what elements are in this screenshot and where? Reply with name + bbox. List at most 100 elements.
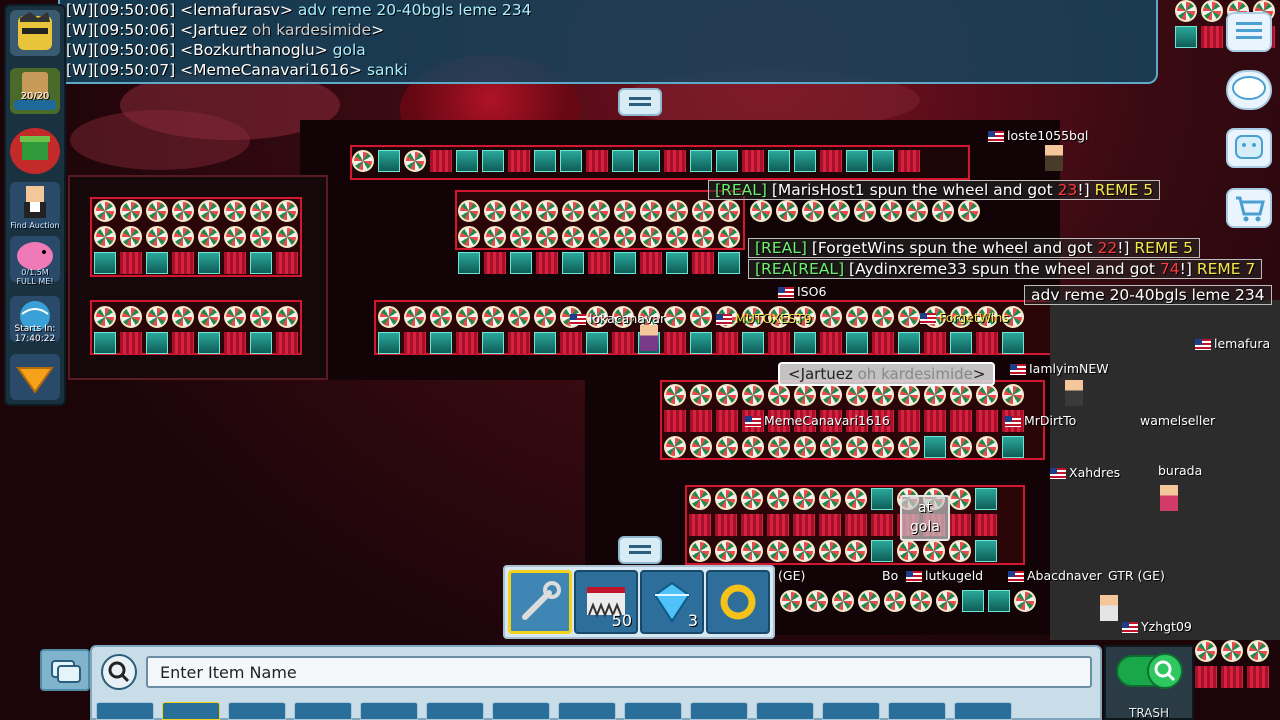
player-tag[interactable]: lokacanavar (570, 311, 665, 326)
player-tag[interactable]: GTR (GE) (1108, 568, 1165, 583)
player-name: lemafura (1214, 336, 1271, 351)
reme-tag: REME 5 (1129, 239, 1193, 257)
us-flag-icon (1005, 416, 1021, 427)
player-name: MrDirtTo (1024, 413, 1077, 428)
inventory-slot[interactable] (624, 702, 682, 720)
event-timer-label: Starts In: 17:40:22 (14, 324, 56, 344)
wheel-message-end: !] (1117, 239, 1130, 257)
inventory-slot[interactable] (954, 702, 1012, 720)
inventory-slot[interactable] (228, 702, 286, 720)
player-tag[interactable]: Abacdnaver (1008, 568, 1102, 583)
bubble-close: > (972, 365, 986, 383)
bubble-message: oh kardesimide (857, 365, 973, 383)
player-sprite[interactable] (1160, 485, 1178, 511)
chat-line: [W][09:50:07] <MemeCanavari1616> sanki (66, 61, 408, 79)
us-flag-icon (1195, 339, 1211, 350)
wheel-message-text: [MarisHost1 spun the wheel and got (766, 181, 1058, 199)
inventory-slot[interactable] (426, 702, 484, 720)
search-toggle-knob[interactable] (1147, 653, 1183, 689)
wheel-number: 23 (1057, 181, 1078, 199)
chat-bubble-button[interactable] (1226, 70, 1272, 110)
inventory-slot[interactable] (162, 702, 220, 720)
player-name: lokacanavar (589, 311, 666, 326)
hotbar-slot[interactable] (508, 570, 572, 634)
player-tag[interactable]: MUTOXEST9 (716, 311, 812, 326)
wheel-grid-left (94, 200, 298, 274)
player-tag[interactable]: ForgetWins (920, 310, 1009, 325)
us-flag-icon (1122, 622, 1138, 633)
inventory-slot[interactable] (888, 702, 946, 720)
player-tag[interactable]: burada (1158, 463, 1202, 478)
player-tag[interactable]: lutkugeld (906, 568, 983, 583)
us-flag-icon (716, 314, 732, 325)
inventory-slot[interactable] (822, 702, 880, 720)
wheel-message-3: [REA[REAL] [Aydinxreme33 spun the wheel … (748, 259, 1263, 279)
wheel-grid-lower2 (689, 488, 997, 562)
player-tag[interactable]: ISO6 (778, 284, 826, 299)
us-flag-icon (745, 416, 761, 427)
search-icon[interactable] (100, 653, 138, 691)
inventory-slot[interactable] (690, 702, 748, 720)
player-name: ISO6 (797, 284, 827, 299)
player-tag[interactable]: (GE) (778, 568, 805, 583)
player-name: MemeCanavari1616 (764, 413, 890, 428)
shop-button[interactable] (1226, 188, 1272, 228)
inventory-slot[interactable] (96, 702, 154, 720)
us-flag-icon (906, 571, 922, 582)
avatar-icon (18, 12, 52, 50)
wheel-message-1: [REAL] [MarisHost1 spun the wheel and go… (708, 180, 1161, 200)
player-tag[interactable]: lemafura (1195, 336, 1270, 351)
inventory-slot[interactable] (360, 702, 418, 720)
chat-window-icon (51, 660, 81, 683)
hotbar-slot[interactable] (706, 570, 770, 634)
inventory-pull-tab[interactable] (618, 536, 662, 564)
magnifier-icon (1154, 660, 1176, 682)
real-tag: [REA (755, 260, 793, 278)
player-tag[interactable]: Xahdres (1050, 465, 1120, 480)
player-tag[interactable]: IamlyimNEW (1010, 361, 1109, 376)
player-tag[interactable]: wamelseller (1140, 413, 1215, 428)
say-line-1: at (917, 500, 933, 516)
chat-window-button[interactable] (40, 649, 90, 691)
trash-label[interactable]: TRASH (1104, 706, 1194, 720)
store-button[interactable] (10, 128, 60, 174)
us-flag-icon (778, 287, 794, 298)
inventory-slot[interactable] (558, 702, 616, 720)
player-tag[interactable]: loste1055bgl (988, 128, 1088, 143)
hotbar-slot[interactable]: 3 (640, 570, 704, 634)
slot-count: 3 (687, 611, 698, 630)
wheel-message-text: [ForgetWins spun the wheel and got (806, 239, 1098, 257)
wheel-message-2: [REAL] [ForgetWins spun the wheel and go… (748, 238, 1200, 258)
wheel-message-end: !] (1179, 260, 1192, 278)
chat-log[interactable]: [W][09:50:06] <lemafurasv> adv reme 20-4… (58, 0, 1158, 84)
menu-list-icon (1236, 22, 1262, 39)
player-tag[interactable]: Bo (882, 568, 898, 583)
avatar-button[interactable] (10, 10, 60, 56)
collapse-sidebar-button[interactable] (10, 354, 60, 400)
inventory-row (96, 702, 1012, 720)
player-tag[interactable]: MemeCanavari1616 (745, 413, 890, 428)
inventory-slot[interactable] (492, 702, 550, 720)
player-sprite[interactable] (640, 325, 658, 351)
real-tag: [REAL] (755, 239, 807, 257)
player-name: lutkugeld (925, 568, 984, 583)
inventory-slot[interactable] (294, 702, 352, 720)
player-sprite[interactable] (1065, 380, 1083, 406)
inventory-slot[interactable] (756, 702, 814, 720)
chat-pull-tab[interactable] (618, 88, 662, 116)
friends-button[interactable] (1226, 128, 1272, 168)
hotbar-slot[interactable]: 50 (574, 570, 638, 634)
wheel-grid-bottom-right (1195, 640, 1269, 688)
player-sprite[interactable] (1045, 145, 1063, 171)
player-name: Abacdnaver (1027, 568, 1102, 583)
item-search-input[interactable] (146, 656, 1092, 688)
player-name: Yzhgt09 (1141, 619, 1192, 634)
us-flag-icon (1050, 468, 1066, 479)
player-tag[interactable]: MrDirtTo (1005, 413, 1076, 428)
chat-name: <lemafurasv> (180, 1, 293, 19)
smiley-face-icon (1235, 135, 1263, 159)
wheel-grid-top (458, 200, 740, 274)
menu-button[interactable] (1226, 12, 1272, 52)
player-tag[interactable]: Yzhgt09 (1122, 619, 1192, 634)
player-sprite[interactable] (1100, 595, 1118, 621)
